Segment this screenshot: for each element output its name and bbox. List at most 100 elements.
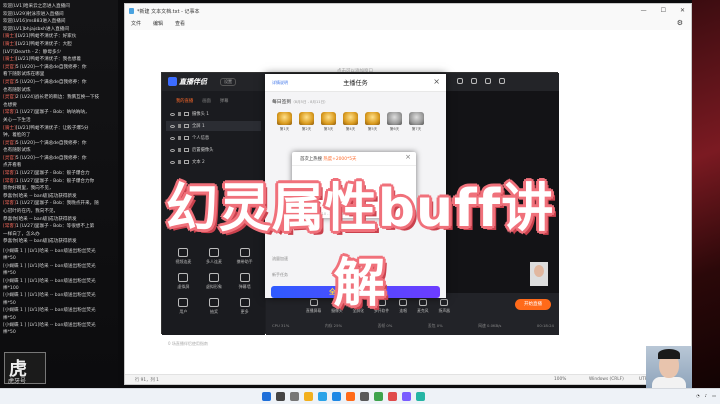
eye-icon[interactable]	[170, 148, 175, 152]
chat-messages: 欢迎[LV1]哈采云之恋进入直播间 欢迎[LV29]射泳宗进入直播间 欢迎[LV16…	[3, 3, 115, 246]
system-tray: ◔ ♪ ▭	[696, 393, 716, 398]
wechat-icon[interactable]	[374, 392, 383, 401]
chest-icon	[387, 112, 402, 125]
tab-scene[interactable]: 画面	[202, 98, 211, 104]
app-icon[interactable]	[416, 392, 425, 401]
network-icon[interactable]: ◔	[696, 393, 700, 398]
minimize-icon[interactable]: —	[641, 7, 647, 14]
menu-edit[interactable]: 编辑	[153, 20, 163, 27]
lock-icon[interactable]	[178, 136, 181, 140]
chat-message: 恭喜你[哈采 -- ban级]成功获得新发	[3, 238, 115, 246]
chat-text: 关心一下生活	[3, 117, 31, 123]
chat-message: 影你好啊里，我向不见，	[3, 185, 115, 193]
store-icon[interactable]	[332, 392, 341, 401]
popup-title-text: 首次上热搜	[300, 157, 322, 162]
source-label: 文本 2	[192, 160, 205, 165]
close-icon[interactable]	[499, 78, 505, 84]
window-controls: — ☐ ✕	[641, 7, 685, 14]
start-icon[interactable]	[262, 392, 271, 401]
gift-messages: [小蝴蝶 1 ] [LV1]哈采 -- ban级送出粉丝荧光 棒*50 [小蝴蝶 1…	[3, 248, 115, 337]
menu-icon[interactable]	[471, 78, 477, 84]
source-item[interactable]: 全屏 1	[166, 121, 261, 131]
lock-icon[interactable]	[178, 148, 181, 152]
volume-icon[interactable]: ♪	[705, 393, 708, 398]
daily-checkin: 每日签到（8月5日 - 8月11日）	[272, 98, 328, 105]
gift-message: [小蝴蝶 1 ] [LV1]哈采 -- ban级送出粉丝荧光	[3, 293, 96, 299]
text-icon	[184, 160, 189, 164]
app-name: 直播伴侣	[179, 78, 207, 86]
chat-message: [常客]1 [LV27]里珈子 - Bob：呐呐呐呐，	[3, 109, 115, 117]
stream-app-icon[interactable]	[346, 392, 355, 401]
menu-file[interactable]: 文件	[131, 20, 141, 27]
chat-text: [LV21]鸭蛤不清优子：我也想着	[15, 57, 81, 63]
reward-day[interactable]: 第2天	[299, 112, 314, 132]
eye-icon[interactable]	[170, 136, 175, 140]
lock-icon[interactable]	[178, 124, 181, 128]
reward-day[interactable]: 第7天	[409, 112, 424, 132]
gift-message: 棒*100	[3, 286, 19, 292]
chat-text: 也有随影试炼	[3, 148, 31, 154]
source-item[interactable]: 摄像头 1	[166, 109, 261, 119]
gift-message: [小蝴蝶 1 ] [LV1]哈采 -- ban级送出粉丝荧光	[3, 278, 96, 284]
chat-message: 点开看看	[3, 162, 115, 170]
chat-text: 点开看看	[3, 163, 22, 169]
close-icon[interactable]: ×	[433, 77, 440, 86]
chat-text: 5 [LV20]一个满总de自我修养：你	[15, 79, 87, 85]
gift-message: 棒*50	[3, 300, 16, 306]
game-icon[interactable]	[388, 392, 397, 401]
reward-day[interactable]: 第4天	[343, 112, 358, 132]
chat-text: 恭喜你[哈采 -- ban级]成功获得新发	[3, 216, 77, 222]
settings-gear-icon[interactable]: ⚙	[677, 19, 683, 27]
chat-badge: [骑士]	[3, 57, 16, 63]
notepad-taskbar-icon[interactable]	[360, 392, 369, 401]
chat-message: [灵官]2 [LV24]战长老的嘶边：我俩互换一下技	[3, 94, 115, 102]
lock-icon[interactable]	[178, 112, 181, 116]
menu-view[interactable]: 查看	[175, 20, 185, 27]
taskbar-apps	[262, 392, 425, 401]
settings-button[interactable]: 设置	[220, 78, 236, 86]
chat-text: [LV21]鸭蛤不清优子：大胆	[15, 41, 72, 47]
reward-day[interactable]: 第6天	[387, 112, 402, 132]
minimize-icon[interactable]	[485, 78, 491, 84]
eye-icon[interactable]	[170, 160, 175, 164]
close-icon[interactable]: ✕	[680, 7, 685, 14]
source-item[interactable]: 后置摄像头	[166, 145, 261, 155]
source-list: 摄像头 1 全屏 1 个人信息 后置摄像头 文本 2	[162, 109, 265, 167]
stat-dropped-frames: 丢帧 0%	[377, 323, 393, 328]
chest-icon	[409, 112, 424, 125]
eye-icon[interactable]	[170, 112, 175, 116]
chat-text: 1 [LV27]里珈子 - Bob：骰子爆合力	[15, 171, 90, 177]
source-item[interactable]: 个人信息	[166, 133, 261, 143]
maximize-icon[interactable]: ☐	[661, 7, 666, 14]
chat-text: 一样白了，怎么办	[3, 231, 40, 237]
tab-danmaku[interactable]: 弹幕	[220, 98, 229, 104]
eye-icon[interactable]	[170, 124, 175, 128]
edge-icon[interactable]	[318, 392, 327, 401]
search-icon[interactable]	[276, 392, 285, 401]
battery-icon[interactable]: ▭	[712, 393, 716, 398]
gift-message: [小蝴蝶 1 ] [LV1]哈采 -- ban级送出粉丝荧光	[3, 263, 96, 269]
message-icon[interactable]	[457, 78, 463, 84]
shirt	[652, 377, 686, 388]
guide-link[interactable]: 0 场直播伴侣使用指南	[168, 341, 208, 347]
chest-icon	[277, 112, 292, 125]
app-icon[interactable]	[402, 392, 411, 401]
close-icon[interactable]: ×	[405, 153, 411, 161]
chat-message: 欢迎[LV1]bhjajsbxh进入直播间	[3, 26, 115, 34]
chat-text: 欢迎[LV1]bhjajsbxh进入直播间	[3, 26, 69, 32]
notepad-statusbar: 行 91，列 1 100% Windows (CRLF) UTF-8	[125, 374, 691, 384]
dialog-title: 主播任务	[343, 80, 368, 87]
folder-icon[interactable]	[304, 392, 313, 401]
chat-text: 恭喜你[哈采 -- ban级]成功获得新发	[3, 193, 77, 199]
popup-bonus: 热度+2000*5天	[323, 157, 357, 162]
chat-message: [骑士][LV21]鸭蛤不清优子：好家伙	[3, 33, 115, 41]
task-view-icon[interactable]	[290, 392, 299, 401]
lock-icon[interactable]	[178, 160, 181, 164]
stat-duration: 00:18:24	[536, 323, 554, 328]
huya-logo: 虎 虎牙号	[4, 352, 46, 385]
reward-day[interactable]: 第5天	[365, 112, 380, 132]
windows-taskbar: ◔ ♪ ▭	[0, 388, 720, 404]
reward-day[interactable]: 第3天	[321, 112, 336, 132]
tab-my-live[interactable]: 我的直播	[176, 98, 193, 104]
reward-day[interactable]: 第1天	[277, 112, 292, 132]
